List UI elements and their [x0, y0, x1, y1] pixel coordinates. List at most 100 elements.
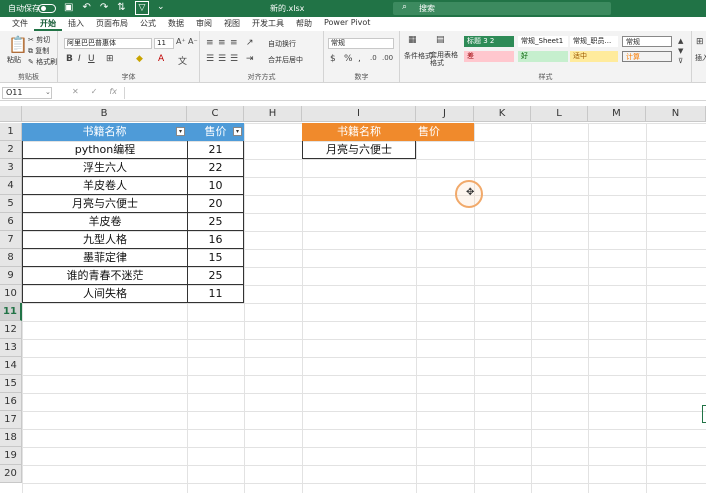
copy-button[interactable]: ⧉ 复制 — [28, 46, 49, 56]
style-good[interactable]: 好 — [518, 51, 568, 62]
insert-cells-button[interactable]: 插入 — [695, 53, 706, 63]
table-cell-name[interactable]: 羊皮卷人 — [22, 177, 187, 195]
row-header[interactable]: 7 — [0, 231, 22, 249]
decrease-decimal-icon[interactable]: .00 — [382, 54, 393, 62]
table-cell-price[interactable]: 11 — [187, 285, 244, 303]
tab-formulas[interactable]: 公式 — [134, 17, 162, 31]
undo-icon[interactable]: ↶ — [82, 2, 90, 13]
fx-icon[interactable]: fx — [109, 87, 117, 96]
wrap-text-button[interactable]: 自动换行 — [268, 39, 296, 49]
row-header[interactable]: 9 — [0, 267, 22, 285]
tab-home[interactable]: 开始 — [34, 17, 62, 31]
conditional-format-button[interactable]: 条件格式 — [404, 51, 432, 61]
save-icon[interactable]: ▣ — [64, 2, 73, 13]
row-header[interactable]: 6 — [0, 213, 22, 231]
table-cell-price[interactable]: 10 — [187, 177, 244, 195]
styles-scroll-up-icon[interactable]: ▲ — [678, 37, 683, 45]
align-center-icon[interactable]: ☰ — [218, 54, 226, 64]
comma-icon[interactable]: , — [358, 54, 361, 64]
currency-icon[interactable]: $ — [330, 54, 336, 64]
tab-review[interactable]: 审阅 — [190, 17, 218, 31]
row-header[interactable]: 16 — [0, 393, 22, 411]
column-header-k[interactable]: K — [474, 106, 531, 122]
table-cell-price[interactable]: 15 — [187, 249, 244, 267]
style-normal-staff[interactable]: 常规_职员... — [570, 36, 618, 47]
select-all-corner[interactable] — [0, 106, 22, 122]
increase-decimal-icon[interactable]: .0 — [370, 54, 377, 62]
style-calculation[interactable]: 计算 — [622, 51, 672, 62]
underline-icon[interactable]: U — [88, 54, 95, 64]
chevron-down-icon[interactable]: ⌄ — [45, 88, 51, 96]
lookup-cell-price[interactable] — [416, 141, 474, 159]
styles-expand-icon[interactable]: ⊽ — [678, 57, 683, 65]
column-header-l[interactable]: L — [531, 106, 588, 122]
insert-cells-icon[interactable]: ⊞ — [696, 37, 704, 47]
row-header[interactable]: 18 — [0, 429, 22, 447]
table-cell-name[interactable]: 人间失格 — [22, 285, 187, 303]
row-header[interactable]: 20 — [0, 465, 22, 483]
table-cell-name[interactable]: 九型人格 — [22, 231, 187, 249]
table-cell-price[interactable]: 21 — [187, 141, 244, 159]
font-grow-icon[interactable]: A⁺ — [176, 37, 186, 46]
row-header[interactable]: 13 — [0, 339, 22, 357]
sort-icon[interactable]: ⇅ — [117, 2, 125, 13]
conditional-format-icon[interactable]: ▦ — [408, 35, 417, 45]
orientation-icon[interactable]: ↗ — [246, 38, 254, 48]
row-header[interactable]: 14 — [0, 357, 22, 375]
align-left-icon[interactable]: ☰ — [206, 54, 214, 64]
table-cell-price[interactable]: 25 — [187, 267, 244, 285]
lookup-cell-name[interactable]: 月亮与六便士 — [302, 141, 416, 159]
border-icon[interactable]: ⊞ — [106, 54, 114, 64]
table-cell-name[interactable]: 墨菲定律 — [22, 249, 187, 267]
format-painter-button[interactable]: ✎ 格式刷 — [28, 57, 57, 67]
filter-icon[interactable]: ▽ — [135, 1, 149, 15]
align-top-icon[interactable]: ≡ — [206, 38, 214, 48]
row-header-selected[interactable]: 11 — [0, 303, 22, 321]
tab-data[interactable]: 数据 — [162, 17, 190, 31]
tab-view[interactable]: 视图 — [218, 17, 246, 31]
paste-button[interactable]: 粘贴 — [7, 55, 21, 65]
align-right-icon[interactable]: ☰ — [230, 54, 238, 64]
font-name-select[interactable]: 阿里巴巴普惠体 — [64, 38, 152, 49]
row-header[interactable]: 17 — [0, 411, 22, 429]
column-header-j[interactable]: J — [416, 106, 474, 122]
align-bottom-icon[interactable]: ≡ — [230, 38, 238, 48]
tab-page-layout[interactable]: 页面布局 — [90, 17, 134, 31]
row-header[interactable]: 10 — [0, 285, 22, 303]
percent-icon[interactable]: % — [344, 54, 353, 64]
style-normal-sheet1[interactable]: 常规_Sheet1 — [518, 36, 568, 47]
font-color-icon[interactable]: A — [158, 54, 164, 64]
tab-power-pivot[interactable]: Power Pivot — [318, 17, 376, 31]
redo-icon[interactable]: ↷ — [100, 2, 108, 13]
merge-center-button[interactable]: 合并后居中 — [268, 55, 303, 65]
row-header[interactable]: 4 — [0, 177, 22, 195]
row-header[interactable]: 8 — [0, 249, 22, 267]
table-cell-price[interactable]: 25 — [187, 213, 244, 231]
tab-help[interactable]: 帮助 — [290, 17, 318, 31]
column-header-c[interactable]: C — [187, 106, 244, 122]
table-cell-name[interactable]: 浮生六人 — [22, 159, 187, 177]
table-cell-price[interactable]: 20 — [187, 195, 244, 213]
tab-developer[interactable]: 开发工具 — [246, 17, 290, 31]
formula-input[interactable] — [124, 87, 704, 99]
format-as-table-button[interactable]: 套用表格格式 — [430, 51, 460, 67]
column-header-m[interactable]: M — [588, 106, 646, 122]
autosave-toggle[interactable] — [38, 4, 56, 13]
font-shrink-icon[interactable]: A⁻ — [188, 37, 198, 46]
row-header[interactable]: 15 — [0, 375, 22, 393]
filter-dropdown-icon[interactable]: ▾ — [233, 127, 242, 136]
tab-insert[interactable]: 插入 — [62, 17, 90, 31]
indent-icon[interactable]: ⇥ — [246, 54, 254, 64]
row-header[interactable]: 3 — [0, 159, 22, 177]
row-header[interactable]: 2 — [0, 141, 22, 159]
search-box[interactable]: ⌕ 搜索 — [393, 2, 611, 15]
column-header-b[interactable]: B — [22, 106, 187, 122]
number-format-select[interactable]: 常规 — [328, 38, 394, 49]
tab-file[interactable]: 文件 — [6, 17, 34, 31]
row-header[interactable]: 5 — [0, 195, 22, 213]
table-cell-name[interactable]: 谁的青春不迷茫 — [22, 267, 187, 285]
style-neutral[interactable]: 适中 — [570, 51, 618, 62]
column-header-n[interactable]: N — [646, 106, 706, 122]
phonetic-icon[interactable]: 文 — [178, 54, 187, 67]
style-normal[interactable]: 常规 — [622, 36, 672, 47]
